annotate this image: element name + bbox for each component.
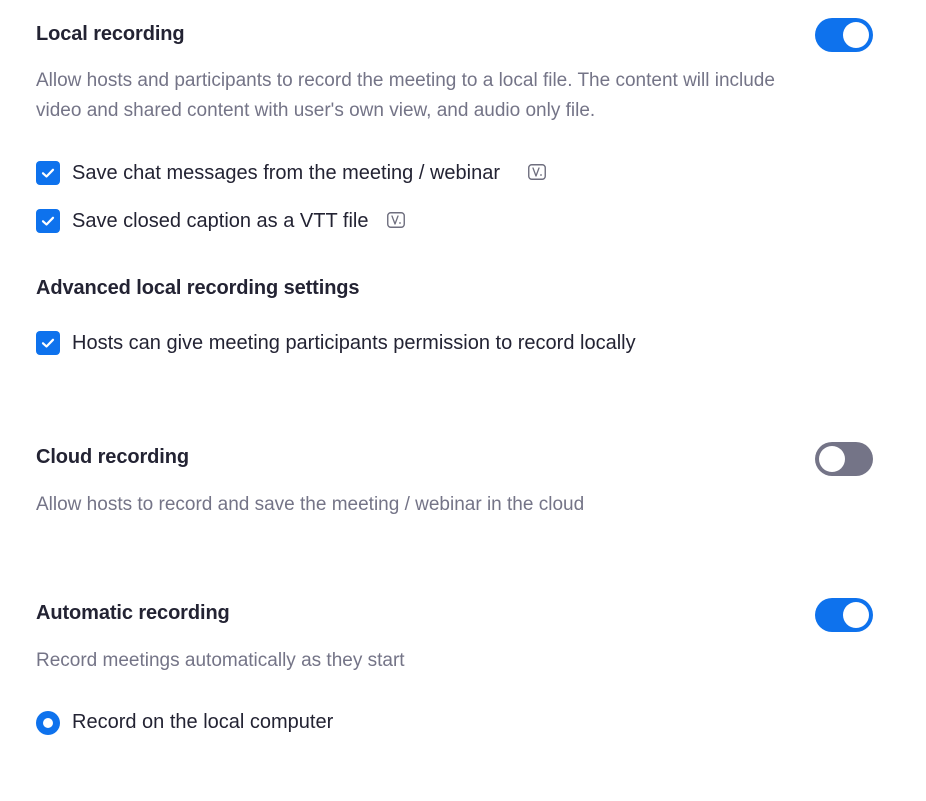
local-recording-toggle[interactable] — [815, 18, 873, 52]
toggle-knob — [819, 446, 845, 472]
save-chat-checkbox[interactable] — [36, 161, 60, 185]
automatic-recording-toggle[interactable] — [815, 598, 873, 632]
save-caption-label: Save closed caption as a VTT file — [72, 210, 369, 232]
local-recording-description: Allow hosts and participants to record t… — [36, 70, 775, 121]
cloud-recording-description: Allow hosts to record and save the meeti… — [36, 494, 585, 515]
check-icon — [41, 168, 55, 178]
version-icon[interactable] — [387, 212, 405, 228]
record-local-computer-label: Record on the local computer — [72, 711, 334, 733]
record-local-computer-radio[interactable] — [36, 711, 60, 735]
automatic-recording-description: Record meetings automatically as they st… — [36, 650, 405, 671]
version-icon[interactable] — [528, 164, 546, 180]
radio-dot — [43, 718, 53, 728]
local-recording-title: Local recording — [36, 23, 185, 45]
cloud-recording-title: Cloud recording — [36, 446, 189, 468]
automatic-recording-title: Automatic recording — [36, 602, 230, 624]
save-chat-label: Save chat messages from the meeting / we… — [72, 162, 500, 184]
advanced-local-recording-title: Advanced local recording settings — [36, 277, 360, 299]
toggle-knob — [843, 22, 869, 48]
toggle-knob — [843, 602, 869, 628]
hosts-permission-checkbox[interactable] — [36, 331, 60, 355]
hosts-permission-label: Hosts can give meeting participants perm… — [72, 332, 636, 354]
save-caption-checkbox[interactable] — [36, 209, 60, 233]
check-icon — [41, 338, 55, 348]
cloud-recording-toggle[interactable] — [815, 442, 873, 476]
check-icon — [41, 216, 55, 226]
